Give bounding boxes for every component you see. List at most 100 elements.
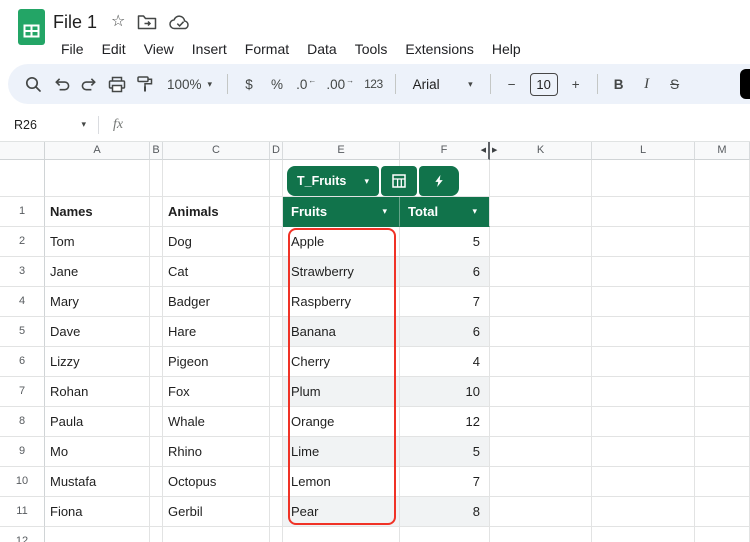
cell-D5[interactable]: [270, 317, 283, 347]
table-autofill-button[interactable]: [419, 166, 459, 196]
cell-M8[interactable]: [695, 407, 750, 437]
cell-K10[interactable]: [490, 467, 592, 497]
cell-E7[interactable]: Plum: [283, 377, 400, 407]
col-header-D[interactable]: D: [270, 142, 283, 160]
cell-K9[interactable]: [490, 437, 592, 467]
zoom-dropdown[interactable]: 100% ▾: [160, 70, 219, 98]
currency-button[interactable]: $: [236, 70, 262, 98]
move-folder-icon[interactable]: [137, 14, 157, 30]
cell-F10[interactable]: 7: [400, 467, 490, 497]
row-header-12[interactable]: 12: [0, 527, 45, 542]
cell-D11[interactable]: [270, 497, 283, 527]
menu-extensions[interactable]: Extensions: [397, 38, 481, 60]
cell-K7[interactable]: [490, 377, 592, 407]
cell-A12[interactable]: [45, 527, 150, 542]
menu-view[interactable]: View: [136, 38, 182, 60]
cell-L10[interactable]: [592, 467, 695, 497]
cell-B6[interactable]: [150, 347, 163, 377]
cell-M4[interactable]: [695, 287, 750, 317]
increase-decimal-button[interactable]: .00 →: [322, 70, 358, 98]
cell-C0[interactable]: [163, 160, 270, 197]
row-header-3[interactable]: 3: [0, 257, 45, 287]
menu-file[interactable]: File: [53, 38, 92, 60]
cell-C11[interactable]: Gerbil: [163, 497, 270, 527]
cell-C9[interactable]: Rhino: [163, 437, 270, 467]
cell-C8[interactable]: Whale: [163, 407, 270, 437]
cell-E9[interactable]: Lime: [283, 437, 400, 467]
cell-E4[interactable]: Raspberry: [283, 287, 400, 317]
cell-B5[interactable]: [150, 317, 163, 347]
cell-E8[interactable]: Orange: [283, 407, 400, 437]
row-header-0[interactable]: [0, 160, 45, 197]
cell-F5[interactable]: 6: [400, 317, 490, 347]
row-header-6[interactable]: 6: [0, 347, 45, 377]
bold-button[interactable]: B: [606, 70, 632, 98]
cell-K1[interactable]: [490, 197, 592, 227]
cell-B3[interactable]: [150, 257, 163, 287]
star-icon[interactable]: ☆: [111, 14, 125, 30]
cell-K2[interactable]: [490, 227, 592, 257]
hidden-columns-left-icon[interactable]: ◀: [481, 142, 486, 159]
col-header-L[interactable]: L: [592, 142, 695, 160]
cell-F3[interactable]: 6: [400, 257, 490, 287]
percent-button[interactable]: %: [264, 70, 290, 98]
row-header-5[interactable]: 5: [0, 317, 45, 347]
name-box[interactable]: R26 ▾: [0, 118, 98, 132]
cell-A2[interactable]: Tom: [45, 227, 150, 257]
cell-B9[interactable]: [150, 437, 163, 467]
cell-B12[interactable]: [150, 527, 163, 542]
cell-C5[interactable]: Hare: [163, 317, 270, 347]
cell-L12[interactable]: [592, 527, 695, 542]
cell-L7[interactable]: [592, 377, 695, 407]
table-name-button[interactable]: T_Fruits ▾: [287, 166, 379, 196]
italic-button[interactable]: I: [634, 70, 660, 98]
cell-L1[interactable]: [592, 197, 695, 227]
cloud-status-icon[interactable]: [169, 15, 191, 30]
col-header-E[interactable]: E: [283, 142, 400, 160]
cell-A10[interactable]: Mustafa: [45, 467, 150, 497]
cell-A11[interactable]: Fiona: [45, 497, 150, 527]
redo-button[interactable]: [76, 70, 102, 98]
cell-M12[interactable]: [695, 527, 750, 542]
cell-D6[interactable]: [270, 347, 283, 377]
cell-A6[interactable]: Lizzy: [45, 347, 150, 377]
cell-C7[interactable]: Fox: [163, 377, 270, 407]
cell-M7[interactable]: [695, 377, 750, 407]
cell-F6[interactable]: 4: [400, 347, 490, 377]
print-button[interactable]: [104, 70, 130, 98]
cell-D8[interactable]: [270, 407, 283, 437]
cell-D1[interactable]: [270, 197, 283, 227]
cell-M11[interactable]: [695, 497, 750, 527]
cell-B11[interactable]: [150, 497, 163, 527]
cell-C1[interactable]: Animals: [163, 197, 270, 227]
cell-C12[interactable]: [163, 527, 270, 542]
cell-A0[interactable]: [45, 160, 150, 197]
cell-D0[interactable]: [270, 160, 283, 197]
cell-M3[interactable]: [695, 257, 750, 287]
cell-F8[interactable]: 12: [400, 407, 490, 437]
row-header-1[interactable]: 1: [0, 197, 45, 227]
col-header-M[interactable]: M: [695, 142, 750, 160]
sheets-logo[interactable]: [18, 9, 45, 50]
cell-A9[interactable]: Mo: [45, 437, 150, 467]
cell-M2[interactable]: [695, 227, 750, 257]
row-header-7[interactable]: 7: [0, 377, 45, 407]
cell-A3[interactable]: Jane: [45, 257, 150, 287]
paint-format-button[interactable]: [132, 70, 158, 98]
row-header-11[interactable]: 11: [0, 497, 45, 527]
hidden-columns-right-icon[interactable]: ▶: [492, 142, 497, 159]
cell-E12[interactable]: [283, 527, 400, 542]
cell-E10[interactable]: Lemon: [283, 467, 400, 497]
menu-insert[interactable]: Insert: [184, 38, 235, 60]
menu-edit[interactable]: Edit: [94, 38, 134, 60]
menu-data[interactable]: Data: [299, 38, 345, 60]
cell-A7[interactable]: Rohan: [45, 377, 150, 407]
cell-L0[interactable]: [592, 160, 695, 197]
cell-E1[interactable]: Fruits▾: [283, 197, 400, 227]
cell-F11[interactable]: 8: [400, 497, 490, 527]
cell-L2[interactable]: [592, 227, 695, 257]
cell-B0[interactable]: [150, 160, 163, 197]
decrease-decimal-button[interactable]: .0 ←: [292, 70, 320, 98]
cell-B8[interactable]: [150, 407, 163, 437]
row-header-10[interactable]: 10: [0, 467, 45, 497]
